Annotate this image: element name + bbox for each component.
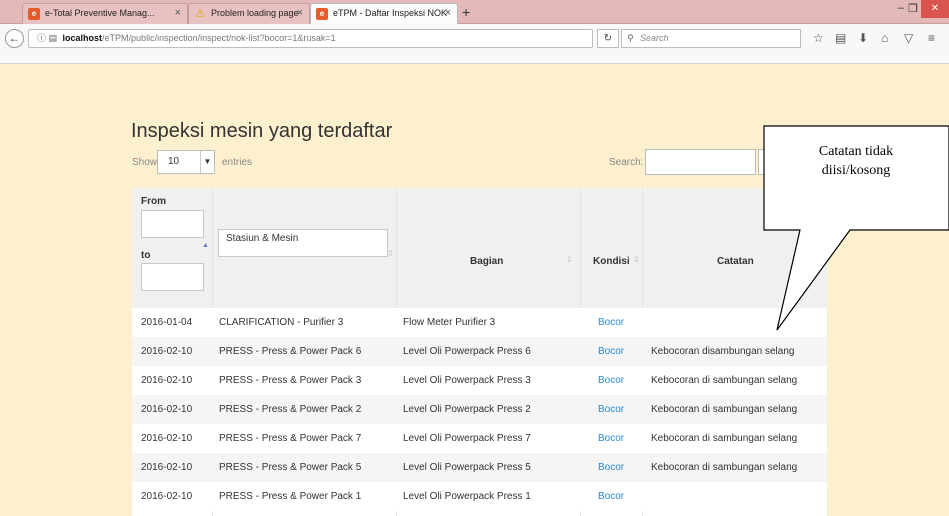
callout-text: Catatan tidak diisi/kosong bbox=[764, 142, 948, 180]
callout-line-2: diisi/kosong bbox=[821, 163, 891, 178]
callout-bubble bbox=[763, 125, 949, 331]
callout-line-1: Catatan tidak bbox=[818, 144, 894, 159]
